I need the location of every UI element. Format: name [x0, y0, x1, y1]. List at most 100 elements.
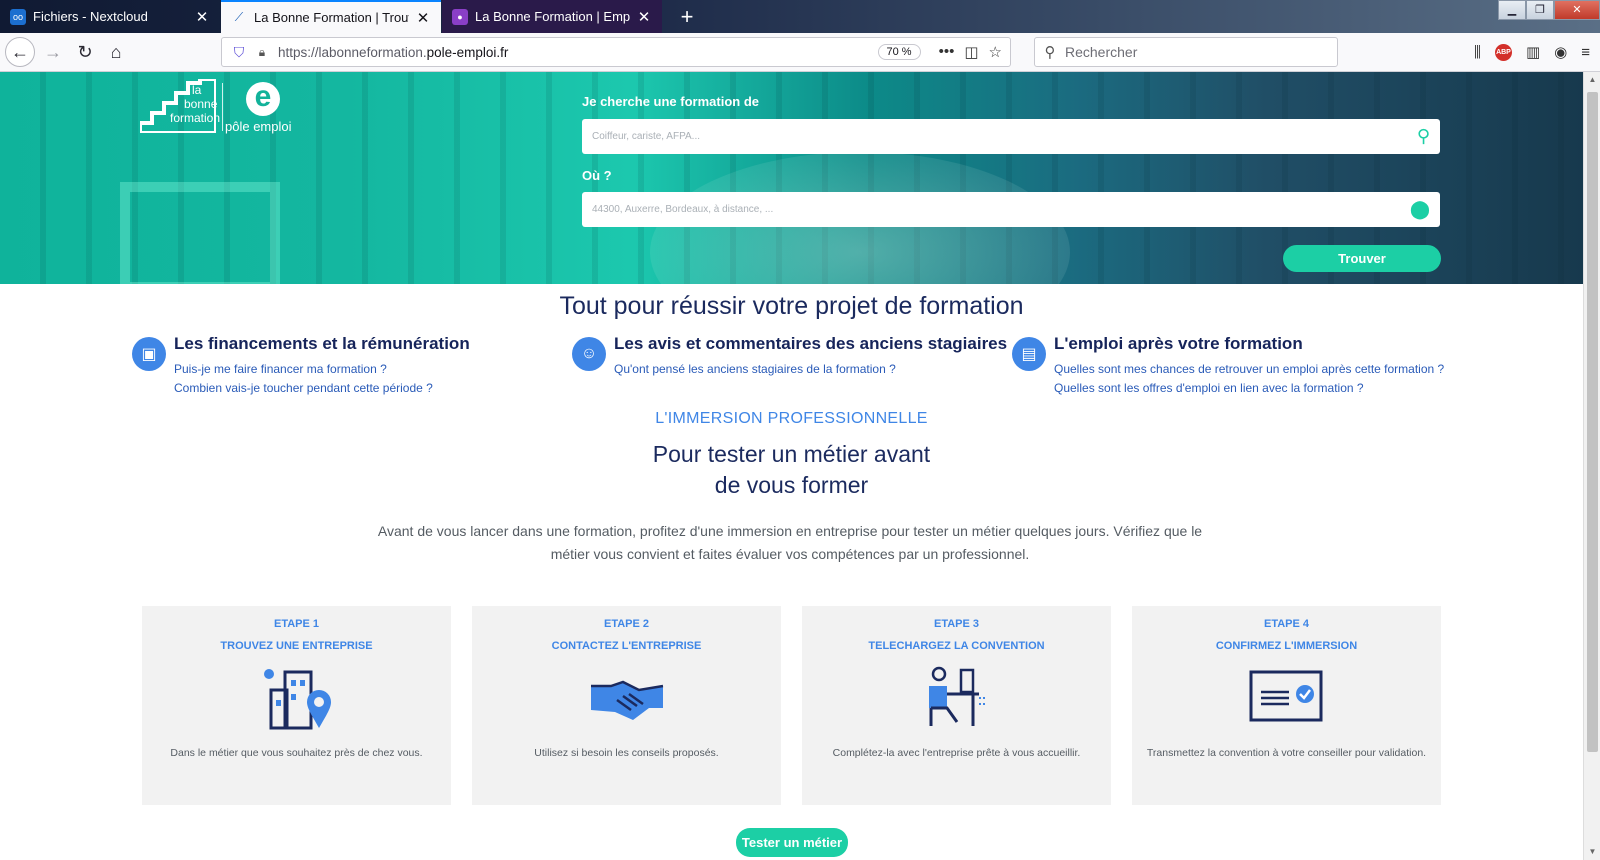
scroll-up-arrow-icon[interactable]: ▲: [1584, 72, 1600, 88]
step-card-1: ETAPE 1 TROUVEZ UNE ENTREPRISE Dans le m…: [142, 606, 451, 805]
handshake-icon: [590, 680, 663, 720]
page-viewport: la bonne formation e pôle emploi Je cher…: [0, 72, 1583, 860]
feature-title[interactable]: Les financements et la rémunération: [174, 334, 470, 354]
logo-word-formation: formation: [170, 111, 221, 125]
pole-emploi-e-icon: e: [246, 82, 280, 116]
url-actions: ••• ◫ ☆: [939, 43, 1002, 61]
logo-word-bonne: bonne: [184, 97, 218, 111]
pole-emploi-logo-text: pôle emploi: [225, 119, 292, 134]
feature-link[interactable]: Qu'ont pensé les anciens stagiaires de l…: [614, 360, 1007, 379]
logo-text: la bonne formation: [170, 83, 220, 125]
close-tab-icon[interactable]: ✕: [194, 8, 210, 26]
search-placeholder: Rechercher: [1065, 44, 1138, 60]
section-title: Tout pour réussir votre projet de format…: [559, 292, 1024, 320]
step-number: ETAPE 4: [1263, 618, 1310, 630]
tab-title: La Bonne Formation | Trouvez v: [254, 10, 409, 25]
step-description: Dans le métier que vous souhaitez près d…: [170, 747, 423, 759]
tracking-shield-icon[interactable]: ⛉: [226, 44, 252, 61]
step-card-3: ETAPE 3 TELECHARGEZ LA CONVENTION Complé…: [802, 606, 1111, 805]
nav-toolbar: ← → ↻ ⌂ ⛉ 🔒︎ https://labonneformation.po…: [0, 33, 1600, 72]
immersion-intro: Avant de vous lancer dans une formation,…: [360, 520, 1220, 566]
step-number: ETAPE 3: [933, 618, 980, 630]
sidebar-icon[interactable]: ▥: [1526, 43, 1540, 61]
what-label: Je cherche une formation de: [582, 94, 759, 109]
logo-separator: [222, 83, 223, 131]
feature-financement: ▣ Les financements et la rémunération Pu…: [132, 334, 470, 398]
step-number: ETAPE 2: [603, 618, 650, 630]
reload-button[interactable]: ↻: [70, 37, 100, 67]
formation-search-input[interactable]: Coiffeur, cariste, AFPA... ⚲: [582, 119, 1440, 154]
nextcloud-icon: oo: [10, 8, 26, 25]
immersion-title: Pour tester un métier avant de vous form…: [0, 439, 1583, 501]
tab-la-bonne-formation[interactable]: ⟋ La Bonne Formation | Trouvez v ✕: [221, 0, 441, 33]
forward-button[interactable]: →: [38, 37, 68, 67]
immersion-title-line: Pour tester un métier avant: [652, 441, 931, 467]
close-tab-icon[interactable]: ✕: [415, 9, 431, 27]
site-logo[interactable]: la bonne formation e pôle emploi: [140, 79, 300, 135]
intro-line: métier vous convient et faites évaluer v…: [550, 546, 1030, 562]
location-placeholder: 44300, Auxerre, Bordeaux, à distance, ..…: [592, 204, 774, 215]
tab-bar: oo Fichiers - Nextcloud ✕ ⟋ La Bonne For…: [0, 0, 1600, 33]
new-tab-button[interactable]: +: [674, 4, 700, 30]
test-job-button[interactable]: Tester un métier: [736, 828, 848, 857]
feature-link[interactable]: Puis-je me faire financer ma formation ?: [174, 360, 470, 379]
search-icon[interactable]: ⚲: [1417, 126, 1430, 147]
scroll-down-arrow-icon[interactable]: ▼: [1584, 844, 1600, 860]
location-input[interactable]: 44300, Auxerre, Bordeaux, à distance, ..…: [582, 192, 1440, 227]
url-domain: pole-emploi.fr: [426, 44, 509, 60]
zoom-indicator[interactable]: 70 %: [877, 44, 921, 60]
account-icon[interactable]: ◉: [1554, 43, 1567, 61]
immersion-title-line: de vous former: [714, 472, 869, 498]
library-icon[interactable]: ⫼: [1474, 44, 1481, 61]
close-window-button[interactable]: ✕: [1554, 0, 1600, 20]
feature-link[interactable]: Quelles sont les offres d'emploi en lien…: [1054, 379, 1444, 398]
hero-banner: la bonne formation e pôle emploi Je cher…: [0, 72, 1583, 284]
search-icon: ⚲: [1044, 44, 1056, 61]
feature-link[interactable]: Quelles sont mes chances de retrouver un…: [1054, 360, 1444, 379]
step-title: TELECHARGEZ LA CONVENTION: [868, 640, 1045, 652]
window-controls: ▁ ❐ ✕: [1498, 0, 1600, 20]
immersion-kicker: L'IMMERSION PROFESSIONNELLE: [655, 410, 928, 427]
step-title: CONFIRMEZ L'IMMERSION: [1215, 640, 1358, 652]
step-card-2: ETAPE 2 CONTACTEZ L'ENTREPRISE Utilisez …: [472, 606, 781, 805]
lock-icon[interactable]: 🔒︎: [252, 45, 272, 60]
pocket-icon[interactable]: ◫: [964, 43, 978, 61]
tab-nextcloud[interactable]: oo Fichiers - Nextcloud ✕: [0, 0, 220, 33]
adblock-icon[interactable]: ABP: [1494, 43, 1512, 61]
address-bar[interactable]: ⛉ 🔒︎ https://labonneformation.pole-emplo…: [221, 37, 1011, 67]
step-title: TROUVEZ UNE ENTREPRISE: [220, 640, 373, 652]
find-button[interactable]: Trouver: [1283, 245, 1441, 272]
url-prefix: https://labonneformation.: [278, 44, 427, 60]
step-description: Utilisez si besoin les conseils proposés…: [534, 747, 719, 759]
maximize-button[interactable]: ❐: [1526, 0, 1554, 20]
minimize-button[interactable]: ▁: [1498, 0, 1526, 20]
page-scrollbar[interactable]: ▲ ▼: [1583, 72, 1600, 860]
feature-link[interactable]: Combien vais-je toucher pendant cette pé…: [174, 379, 470, 398]
hero-photo-frame: [120, 182, 280, 284]
feature-emploi: ▤ L'emploi après votre formation Quelles…: [1012, 334, 1444, 398]
menu-icon[interactable]: ≡: [1581, 44, 1590, 61]
bookmark-star-icon[interactable]: ☆: [989, 43, 1002, 61]
feature-avis: ☺ Les avis et commentaires des anciens s…: [572, 334, 1007, 379]
document-icon: ▤: [1012, 337, 1046, 371]
step-number: ETAPE 1: [273, 618, 320, 630]
certificate-check-icon: [1249, 670, 1322, 722]
scrollbar-thumb[interactable]: [1587, 92, 1598, 752]
feature-title[interactable]: Les avis et commentaires des anciens sta…: [614, 334, 1007, 354]
toolbar-icons: ⫼ ABP ▥ ◉ ≡: [1474, 43, 1590, 61]
map-pin-icon[interactable]: ⬤: [1410, 199, 1430, 220]
building-pin-icon: [263, 669, 331, 730]
close-tab-icon[interactable]: ✕: [636, 8, 652, 26]
back-button[interactable]: ←: [5, 37, 35, 67]
url-text[interactable]: https://labonneformation.pole-emploi.fr: [272, 45, 878, 60]
tab-title: La Bonne Formation | Emploi S: [475, 9, 630, 24]
step-card-4: ETAPE 4 CONFIRMEZ L'IMMERSION Transmette…: [1132, 606, 1441, 805]
tab-la-bonne-formation-emploi[interactable]: ● La Bonne Formation | Emploi S ✕: [442, 0, 662, 33]
search-bar[interactable]: ⚲ Rechercher: [1034, 37, 1338, 67]
wallet-icon: ▣: [132, 337, 166, 371]
feature-title[interactable]: L'emploi après votre formation: [1054, 334, 1444, 354]
intro-line: Avant de vous lancer dans une formation,…: [377, 523, 1203, 539]
more-actions-icon[interactable]: •••: [939, 43, 955, 61]
home-button[interactable]: ⌂: [101, 37, 131, 67]
logo-word-la: la: [192, 83, 202, 97]
